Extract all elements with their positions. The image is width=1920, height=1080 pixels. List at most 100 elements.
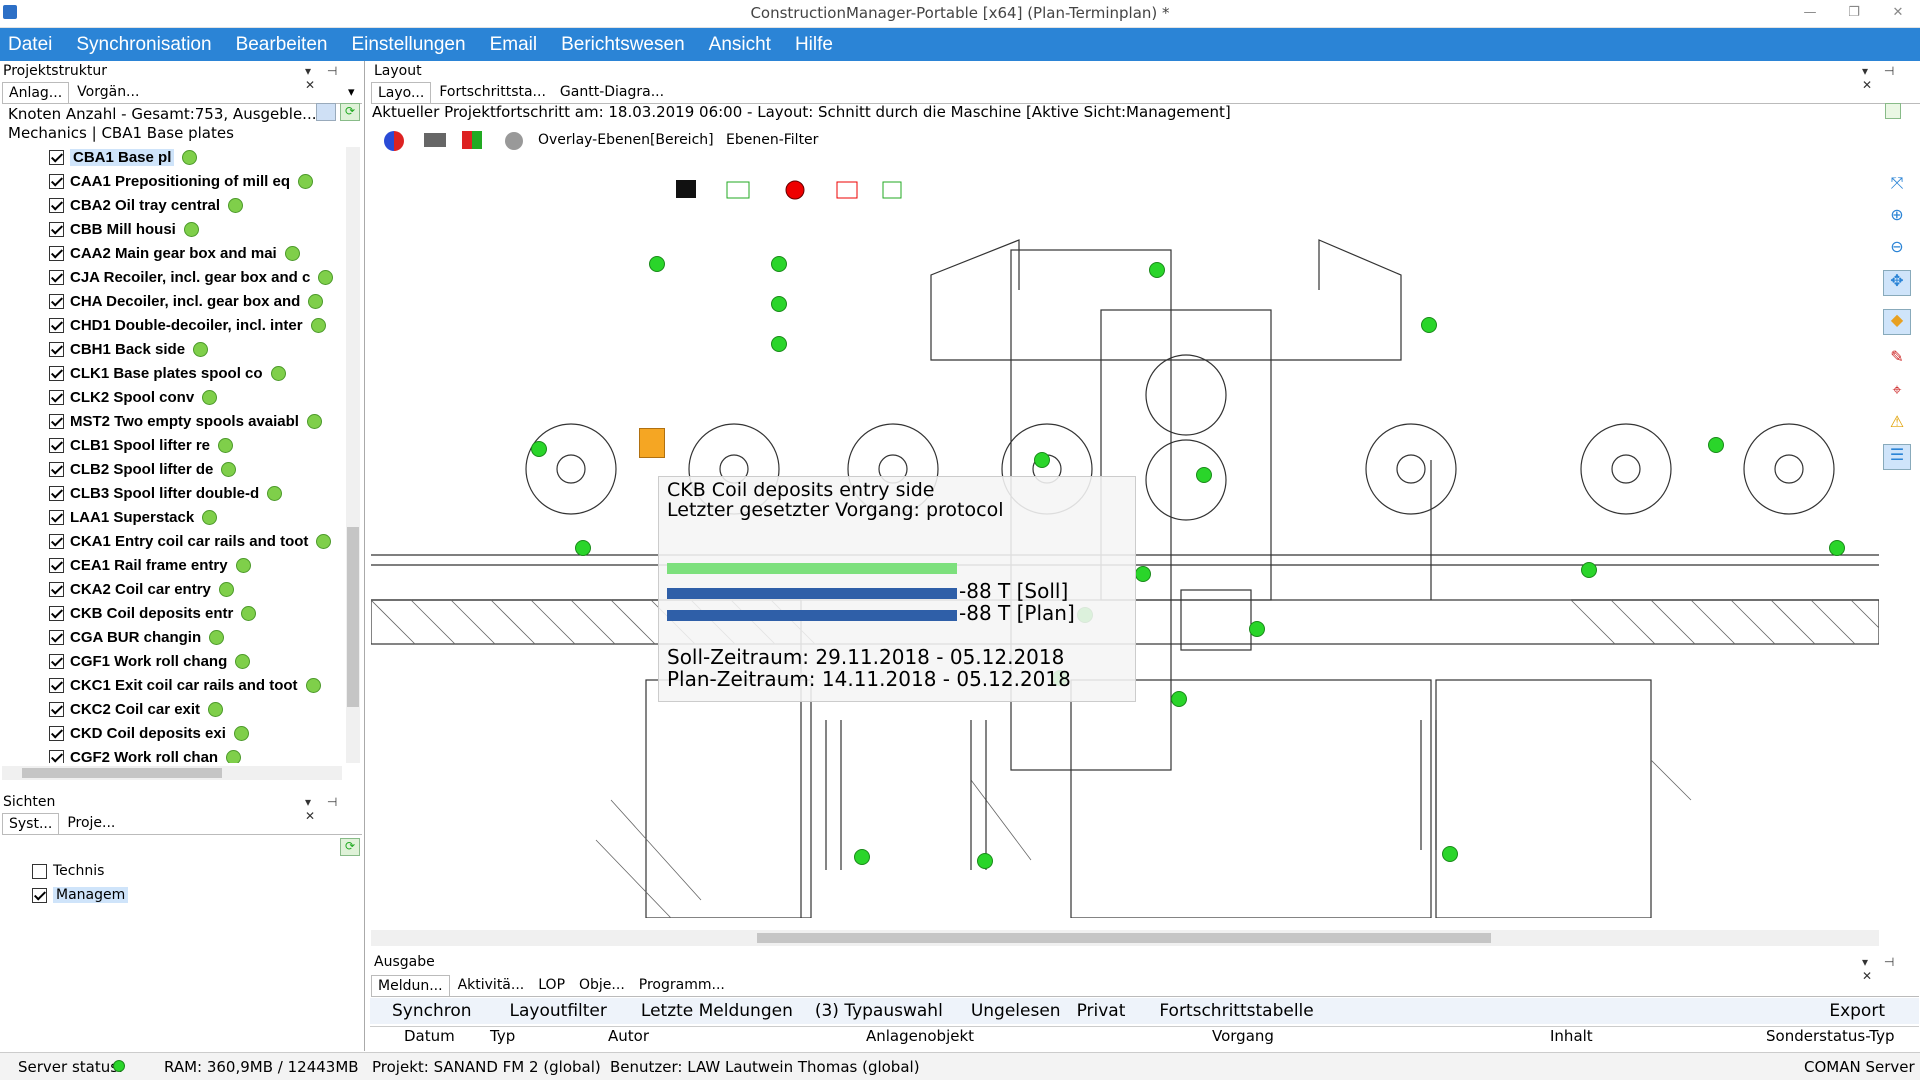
tree-item[interactable]: CGF2 Work roll chan: [49, 745, 242, 763]
refresh-icon[interactable]: [1885, 103, 1901, 119]
overlay-dropdown[interactable]: Overlay-Ebenen[Bereich]: [538, 132, 714, 148]
menu-ansicht[interactable]: Ansicht: [709, 34, 771, 56]
tree-item[interactable]: CGF1 Work roll chang: [49, 649, 251, 673]
notes-icon[interactable]: ☰: [1883, 444, 1911, 470]
checkbox[interactable]: [49, 533, 64, 549]
tree-item[interactable]: CHD1 Double-decoiler, incl. inter: [49, 313, 326, 337]
tree-item[interactable]: CAA1 Prepositioning of mill eq: [49, 169, 314, 193]
selected-marker[interactable]: [639, 428, 665, 458]
status-dot[interactable]: [1829, 540, 1845, 556]
tree-item[interactable]: CLK1 Base plates spool co: [49, 361, 286, 385]
checkbox[interactable]: [49, 389, 64, 405]
sicht-item-technis[interactable]: Technis: [32, 863, 104, 879]
fortschrittstabelle-button[interactable]: Fortschrittstabelle: [1159, 1001, 1313, 1021]
status-dot[interactable]: [771, 256, 787, 272]
checkbox[interactable]: [49, 317, 64, 333]
refresh-icon[interactable]: ⟳: [340, 103, 360, 121]
checkbox[interactable]: [49, 341, 64, 357]
tree-scrollbar[interactable]: [346, 147, 360, 763]
search-icon[interactable]: [316, 103, 336, 121]
checkbox[interactable]: [49, 677, 64, 693]
status-dot[interactable]: [771, 296, 787, 312]
checkbox[interactable]: [49, 245, 64, 261]
status-dot[interactable]: [649, 256, 665, 272]
status-dot[interactable]: [531, 441, 547, 457]
minimize-icon[interactable]: —: [1796, 2, 1824, 24]
menu-bearbeiten[interactable]: Bearbeiten: [236, 34, 328, 56]
checkbox[interactable]: [49, 581, 64, 597]
checkbox[interactable]: [49, 725, 64, 741]
marker-icon[interactable]: ✎: [1883, 347, 1911, 373]
tree-item[interactable]: CBB Mill housi: [49, 217, 199, 241]
color-wheel-icon[interactable]: [384, 131, 404, 151]
tree-item[interactable]: CLB3 Spool lifter double-d: [49, 481, 283, 505]
tree-item[interactable]: CKC1 Exit coil car rails and toot: [49, 673, 321, 697]
tree-hscrollbar[interactable]: [2, 766, 342, 780]
layoutfilter-button[interactable]: Layoutfilter: [510, 1001, 607, 1021]
tree-item[interactable]: CGA BUR changin: [49, 625, 225, 649]
status-dot[interactable]: [1442, 846, 1458, 862]
checkbox[interactable]: [32, 863, 47, 879]
tree-item[interactable]: CJA Recoiler, incl. gear box and c: [49, 265, 334, 289]
col-autor[interactable]: Autor: [608, 1027, 649, 1045]
tree-item[interactable]: CLB1 Spool lifter re: [49, 433, 234, 457]
menu-hilfe[interactable]: Hilfe: [795, 34, 833, 56]
menu-berichtswesen[interactable]: Berichtswesen: [561, 34, 685, 56]
status-dot[interactable]: [771, 336, 787, 352]
tree-item[interactable]: CEA1 Rail frame entry: [49, 553, 251, 577]
tab-aktivitaeten[interactable]: Aktivitä...: [451, 975, 531, 996]
col-sonderstatus[interactable]: Sonderstatus-Typ: [1766, 1027, 1894, 1045]
tab-objekte[interactable]: Obje...: [573, 975, 631, 996]
checkbox[interactable]: [32, 887, 47, 903]
tab-fortschritt[interactable]: Fortschrittsta...: [433, 82, 552, 103]
zoom-out-icon[interactable]: ⊖: [1883, 237, 1911, 263]
status-dot[interactable]: [1421, 317, 1437, 333]
menu-einstellungen[interactable]: Einstellungen: [351, 34, 465, 56]
tab-projekt[interactable]: Proje...: [61, 813, 122, 834]
close-icon[interactable]: ✕: [1884, 2, 1912, 24]
col-vorgang[interactable]: Vorgang: [1212, 1027, 1274, 1045]
status-dot[interactable]: [1196, 467, 1212, 483]
tab-lop[interactable]: LOP: [532, 975, 572, 996]
status-dot[interactable]: [1249, 621, 1265, 637]
zoom-in-icon[interactable]: ⊕: [1883, 205, 1911, 231]
tab-anlagen[interactable]: Anlag...: [2, 82, 70, 103]
tree-item[interactable]: CKA1 Entry coil car rails and toot: [49, 529, 332, 553]
fit-icon[interactable]: ⤧: [1883, 173, 1911, 199]
checkbox[interactable]: [49, 485, 64, 501]
checkbox[interactable]: [49, 701, 64, 717]
checkbox[interactable]: [49, 149, 64, 165]
checkbox[interactable]: [49, 293, 64, 309]
gear-icon[interactable]: [505, 132, 523, 150]
sichten-refresh-icon[interactable]: ⟳: [340, 838, 360, 856]
checkbox[interactable]: [49, 653, 64, 669]
pin-icon[interactable]: ⌖: [1883, 380, 1911, 406]
checkbox[interactable]: [49, 629, 64, 645]
checkbox[interactable]: [49, 197, 64, 213]
checkbox[interactable]: [49, 437, 64, 453]
tree-item[interactable]: MST2 Two empty spools avaiabl: [49, 409, 322, 433]
pan-icon[interactable]: ✥: [1883, 270, 1911, 296]
chevron-down-icon[interactable]: ▾: [348, 85, 355, 100]
tree-item[interactable]: CBA2 Oil tray central: [49, 193, 244, 217]
col-inhalt[interactable]: Inhalt: [1550, 1027, 1593, 1045]
ungelesen-button[interactable]: Ungelesen: [971, 1001, 1061, 1021]
checkbox[interactable]: [49, 173, 64, 189]
tree-item[interactable]: LAA1 Superstack: [49, 505, 218, 529]
tree-item[interactable]: CKB Coil deposits entr: [49, 601, 257, 625]
tab-gantt[interactable]: Gantt-Diagra...: [553, 82, 671, 103]
layer-icon[interactable]: [424, 133, 446, 147]
status-dot[interactable]: [1149, 262, 1165, 278]
checkbox[interactable]: [49, 509, 64, 525]
col-datum[interactable]: Datum: [404, 1027, 455, 1045]
checkbox[interactable]: [49, 365, 64, 381]
checkbox[interactable]: [49, 221, 64, 237]
status-dot[interactable]: [575, 540, 591, 556]
tab-programm[interactable]: Programm...: [632, 975, 731, 996]
menu-synchronisation[interactable]: Synchronisation: [76, 34, 211, 56]
col-typ[interactable]: Typ: [490, 1027, 515, 1045]
status-dot[interactable]: [854, 849, 870, 865]
tab-vorgaenge[interactable]: Vorgän...: [71, 82, 146, 103]
status-dot[interactable]: [1708, 437, 1724, 453]
status-dot[interactable]: [977, 853, 993, 869]
